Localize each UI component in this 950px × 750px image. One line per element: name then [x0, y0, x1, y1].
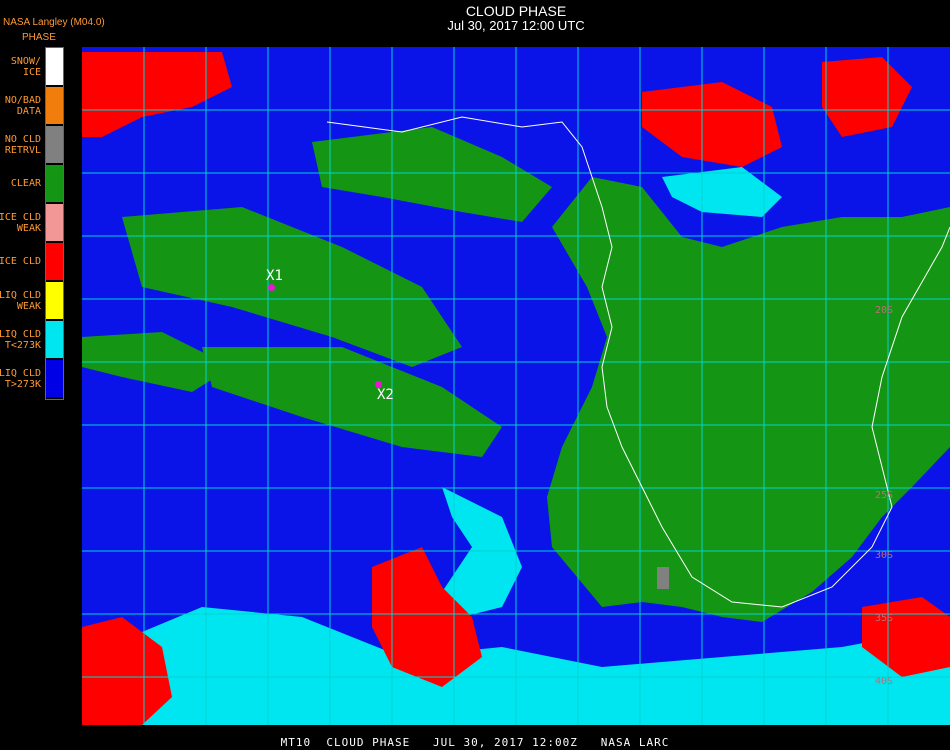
legend-label: LIQ CLD T>273K: [0, 368, 41, 390]
legend-label: LIQ CLD T<273K: [0, 329, 41, 351]
legend-swatch: [46, 165, 64, 202]
legend-label: NO CLD RETRVL: [4, 134, 41, 156]
latitude-label-40s: 40S: [875, 676, 894, 687]
legend-swatch: [46, 360, 64, 397]
legend-swatch: [46, 48, 64, 85]
legend-label: NO/BAD DATA: [4, 95, 41, 117]
legend-label: ICE CLD WEAK: [0, 212, 41, 234]
legend-swatch: [46, 243, 64, 280]
footer-caption: MT10 CLOUD PHASE JUL 30, 2017 12:00Z NAS…: [280, 736, 670, 749]
legend-label: LIQ CLD WEAK: [0, 290, 41, 312]
legend-swatch: [46, 282, 64, 319]
latitude-label-25s: 25S: [875, 490, 894, 501]
legend-title: PHASE: [22, 32, 56, 43]
no-retrieval-patch: [657, 567, 669, 589]
latitude-label-20s: 20S: [875, 305, 894, 316]
legend-label: SNOW/ICE: [10, 56, 41, 78]
provider-label: NASA Langley (M04.0): [3, 17, 105, 28]
legend-swatch: [46, 204, 64, 241]
latitude-label-30s: 30S: [875, 550, 894, 561]
legend-label: CLEAR: [10, 178, 41, 189]
legend-swatch: [46, 126, 64, 163]
marker-x1-dot: [268, 284, 275, 291]
latitude-label-35s: 35S: [875, 613, 894, 624]
marker-x1-label: X1: [266, 268, 283, 284]
marker-x2-label: X2: [377, 387, 394, 403]
map-title: CLOUD PHASE: [465, 3, 567, 19]
map-timestamp: Jul 30, 2017 12:00 UTC: [447, 18, 585, 33]
legend-swatch: [46, 87, 64, 124]
legend-label: ICE CLD: [0, 256, 41, 267]
legend-swatch: [46, 321, 64, 358]
cloud-phase-map: [82, 47, 950, 725]
